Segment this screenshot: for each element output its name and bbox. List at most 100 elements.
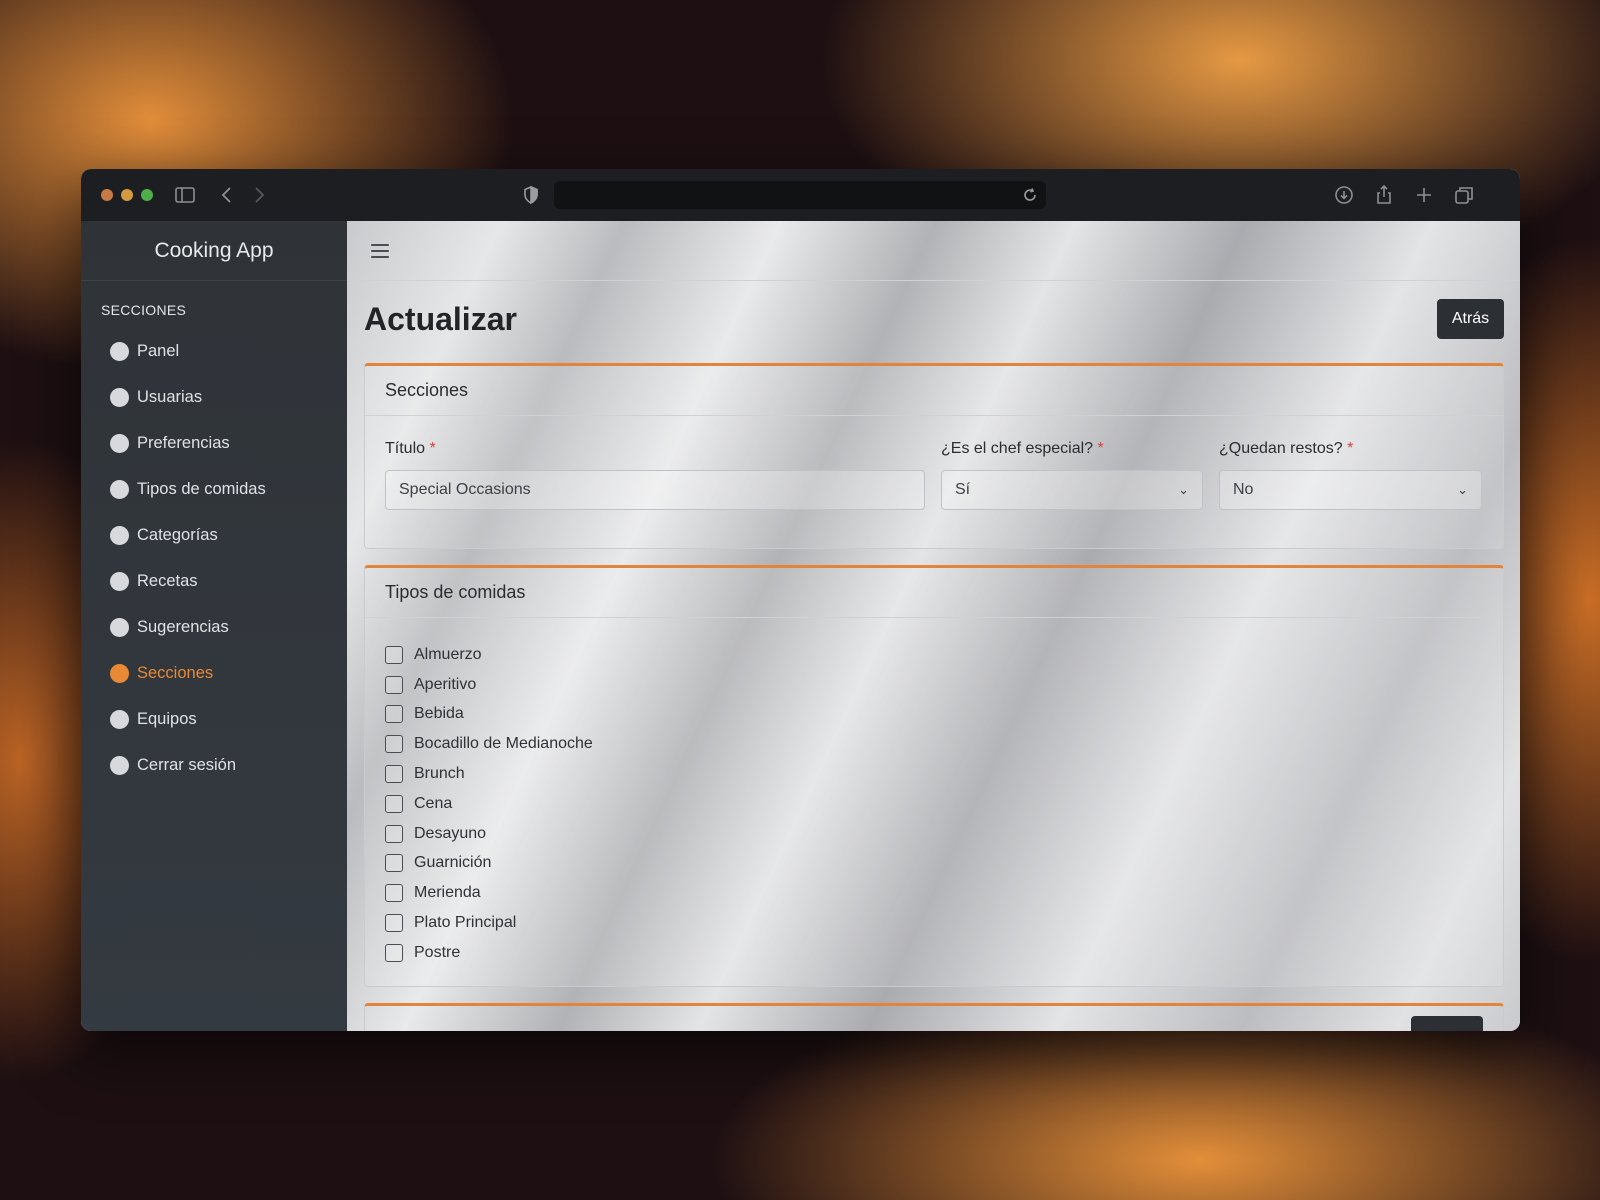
sidebar-toggle-icon[interactable] xyxy=(173,183,197,207)
meal-type-checkbox-row[interactable]: Aperitivo xyxy=(385,670,1483,700)
meal-type-checkbox-row[interactable]: Postre xyxy=(385,938,1483,968)
nav-bullet-icon xyxy=(110,571,129,591)
chef-select-value: Sí xyxy=(955,481,971,498)
checkbox[interactable] xyxy=(385,794,403,813)
back-button[interactable]: Atrás xyxy=(1437,299,1504,339)
meal-types-card: Tipos de comidas Almuerzo Aperitivo Bebi… xyxy=(364,565,1504,987)
checkbox[interactable] xyxy=(385,645,403,664)
sidebar-item-sugerencias[interactable]: Sugerencias xyxy=(81,604,347,650)
page-header: Actualizar Atrás xyxy=(347,281,1520,363)
sidebar-item-cerrar-sesion[interactable]: Cerrar sesión xyxy=(81,742,347,788)
app-brand[interactable]: Cooking App xyxy=(81,221,347,281)
section-details-card: Secciones Título * Special Occasions ¿Es… xyxy=(364,363,1504,549)
sidebar-item-tipos-de-comidas[interactable]: Tipos de comidas xyxy=(81,466,347,512)
meal-type-checkbox-row[interactable]: Brunch xyxy=(385,759,1483,789)
next-card-partial xyxy=(364,1002,1504,1031)
leftovers-select[interactable]: No ⌄ xyxy=(1219,470,1482,510)
checkbox[interactable] xyxy=(385,824,403,843)
checkbox[interactable] xyxy=(385,765,403,784)
nav-bullet-icon xyxy=(110,755,129,775)
checkbox-label: Bocadillo de Medianoche xyxy=(414,735,593,753)
chef-label: ¿Es el chef especial? * xyxy=(941,440,1104,457)
address-bar[interactable] xyxy=(554,181,1046,209)
nav-bullet-icon xyxy=(110,479,129,499)
nav-section-title: SECCIONES xyxy=(101,302,187,318)
sidebar-item-label: Panel xyxy=(137,341,180,360)
leftovers-select-value: No xyxy=(1233,481,1254,498)
download-icon[interactable] xyxy=(1332,183,1356,207)
sidebar-item-preferencias[interactable]: Preferencias xyxy=(81,420,347,466)
sidebar-item-label: Cerrar sesión xyxy=(137,755,237,774)
sidebar-item-secciones[interactable]: Secciones xyxy=(81,650,347,696)
checkbox[interactable] xyxy=(385,705,403,724)
sidebar-item-label: Sugerencias xyxy=(137,617,229,636)
sidebar-item-label: Usuarias xyxy=(137,387,203,406)
minimize-window-button[interactable] xyxy=(121,189,133,201)
meal-type-checkbox-row[interactable]: Bocadillo de Medianoche xyxy=(385,729,1483,759)
title-input[interactable]: Special Occasions xyxy=(385,470,925,510)
nav-bullet-icon xyxy=(110,709,129,729)
meal-type-checkbox-row[interactable]: Cena xyxy=(385,789,1483,819)
tabs-overview-icon[interactable] xyxy=(1452,183,1476,207)
title-label: Título * xyxy=(385,440,436,457)
required-mark: * xyxy=(1347,440,1354,457)
nav-bullet-icon xyxy=(110,433,129,453)
sidebar-item-categorias[interactable]: Categorías xyxy=(81,512,347,558)
maximize-window-button[interactable] xyxy=(141,189,153,201)
chef-field-group: ¿Es el chef especial? * Sí ⌄ xyxy=(941,440,1203,510)
nav-bullet-icon xyxy=(110,525,129,545)
nav-bullet-icon xyxy=(110,387,129,407)
close-window-button[interactable] xyxy=(101,189,113,201)
card-header: Tipos de comidas xyxy=(365,568,1503,618)
checkbox[interactable] xyxy=(385,884,403,903)
forward-arrow-icon[interactable] xyxy=(247,183,271,207)
checkbox-label: Postre xyxy=(414,943,461,961)
meal-types-checklist: Almuerzo Aperitivo Bebida Bocadillo de M… xyxy=(365,618,1503,986)
form-row: Título * Special Occasions ¿Es el chef e… xyxy=(365,416,1503,548)
hamburger-menu-icon[interactable] xyxy=(371,243,389,258)
shield-icon[interactable] xyxy=(521,185,541,205)
new-tab-icon[interactable] xyxy=(1412,183,1436,207)
checkbox-label: Bebida xyxy=(414,705,464,723)
share-icon[interactable] xyxy=(1372,183,1396,207)
meal-type-checkbox-row[interactable]: Bebida xyxy=(385,700,1483,730)
chef-select[interactable]: Sí ⌄ xyxy=(941,470,1203,510)
checkbox-label: Desayuno xyxy=(414,824,487,842)
nav-bullet-icon xyxy=(110,341,129,361)
browser-window: Cooking App SECCIONES Panel Usuarias Pre… xyxy=(81,169,1520,1031)
sidebar-item-panel[interactable]: Panel xyxy=(81,328,347,374)
sidebar-item-usuarias[interactable]: Usuarias xyxy=(81,374,347,420)
reload-icon[interactable] xyxy=(1022,187,1038,203)
sidebar-item-equipos[interactable]: Equipos xyxy=(81,696,347,742)
checkbox[interactable] xyxy=(385,914,403,933)
meal-type-checkbox-row[interactable]: Plato Principal xyxy=(385,908,1483,938)
meal-type-checkbox-row[interactable]: Desayuno xyxy=(385,819,1483,849)
title-field-group: Título * Special Occasions xyxy=(385,440,925,510)
chevron-down-icon: ⌄ xyxy=(1178,482,1189,497)
required-mark: * xyxy=(429,440,436,457)
title-input-value: Special Occasions xyxy=(399,481,531,498)
sidebar-item-label: Preferencias xyxy=(137,433,230,452)
sidebar-item-label: Equipos xyxy=(137,709,197,728)
top-navbar xyxy=(347,221,1520,281)
checkbox[interactable] xyxy=(385,675,403,694)
sidebar-item-label: Categorías xyxy=(137,525,218,544)
checkbox-label: Merienda xyxy=(414,884,481,902)
sidebar-item-label: Secciones xyxy=(137,663,214,682)
main-content: Actualizar Atrás Secciones Título * Spec… xyxy=(347,221,1520,1031)
checkbox[interactable] xyxy=(385,943,403,962)
checkbox-label: Plato Principal xyxy=(414,914,517,932)
sidebar-item-recetas[interactable]: Recetas xyxy=(81,558,347,604)
back-arrow-icon[interactable] xyxy=(215,183,239,207)
sidebar-item-label: Tipos de comidas xyxy=(137,479,266,498)
page-title: Actualizar xyxy=(364,301,517,337)
partial-card-button[interactable] xyxy=(1411,1015,1483,1031)
checkbox[interactable] xyxy=(385,735,403,754)
chevron-down-icon: ⌄ xyxy=(1457,482,1468,497)
meal-type-checkbox-row[interactable]: Almuerzo xyxy=(385,640,1483,670)
meal-type-checkbox-row[interactable]: Guarnición xyxy=(385,849,1483,879)
meal-type-checkbox-row[interactable]: Merienda xyxy=(385,878,1483,908)
checkbox-label: Aperitivo xyxy=(414,675,477,693)
checkbox-label: Guarnición xyxy=(414,854,492,872)
checkbox[interactable] xyxy=(385,854,403,873)
